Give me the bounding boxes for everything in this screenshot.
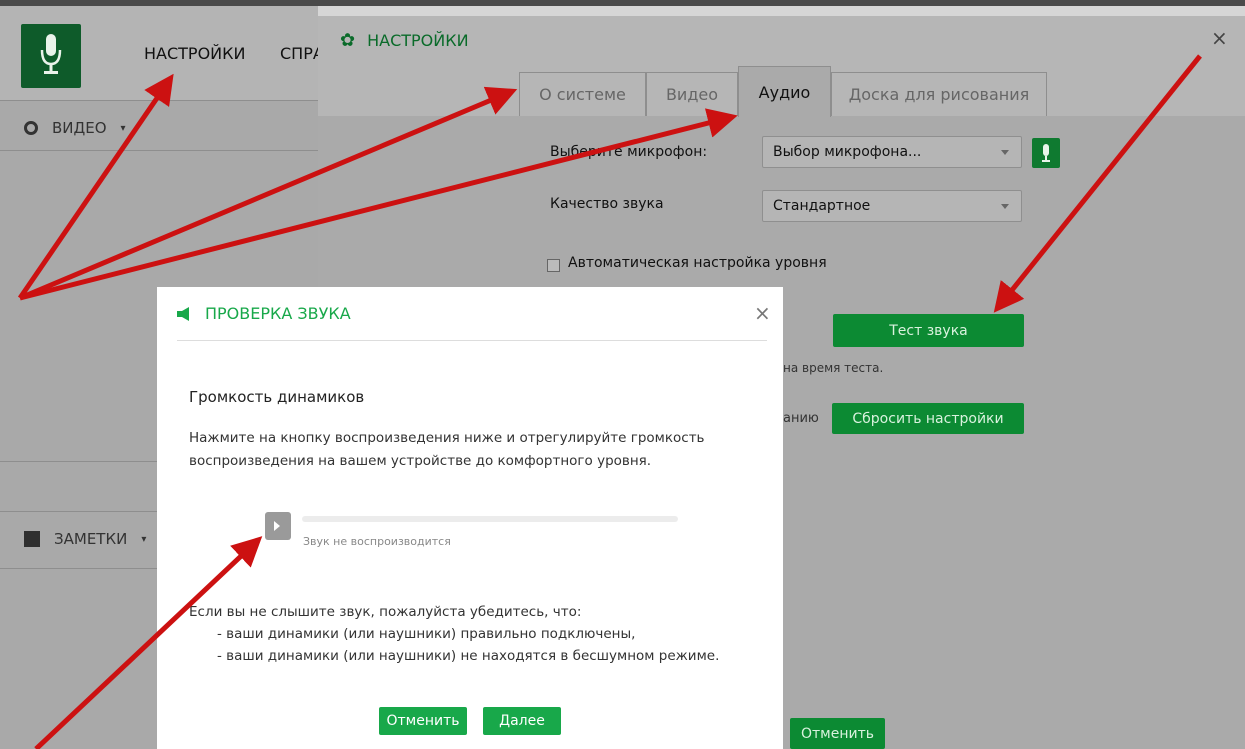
arrow-to-play-button xyxy=(34,536,263,749)
annotation-arrows xyxy=(17,54,1202,749)
arrow-to-test-button xyxy=(993,54,1202,313)
